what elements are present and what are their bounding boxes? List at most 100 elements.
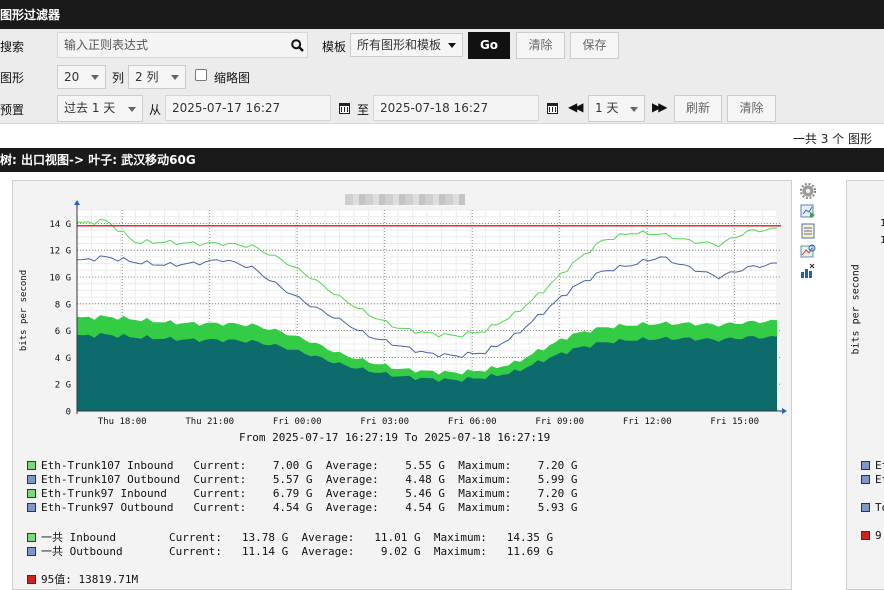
search-icon[interactable] (291, 39, 304, 52)
legend-swatch (27, 547, 36, 556)
refresh-button[interactable]: 刷新 (674, 95, 722, 122)
maximum-label: Maximum: (433, 545, 487, 558)
tick-label: 1 (880, 218, 884, 229)
current-label: Current: (193, 487, 247, 500)
average-label: Average: (301, 545, 355, 558)
current-value: 5.57 G (272, 473, 313, 486)
x-tick-label: Fri 03:00 (360, 417, 409, 427)
graph-export-icon[interactable] (800, 203, 816, 219)
y-tick-label: 6 G (55, 327, 71, 337)
maximum-label: Maximum: (458, 473, 512, 486)
legend-row: Et (861, 459, 884, 472)
template-select[interactable]: 所有图形和模板 (350, 33, 463, 57)
chevron-down-icon (91, 75, 99, 80)
legend-name: Eth-Trunk97 Outbound (41, 501, 181, 514)
legend-name: Et (875, 459, 884, 472)
legend-swatch (861, 503, 870, 512)
x-tick-label: Fri 09:00 (535, 417, 584, 427)
gear-icon[interactable] (799, 182, 817, 200)
search-placeholder: 输入正则表达式 (64, 38, 149, 52)
legend-name: 一共 Outbound (41, 545, 136, 558)
tree-path: 树: 出口视图-> 叶子: 武汉移动60G (0, 148, 884, 172)
x-tick-label: Fri 12:00 (623, 417, 672, 427)
percentile-value: 95值: 13819.71M (41, 573, 139, 586)
average-value: 4.54 G (405, 501, 446, 514)
maximum-label: Maximum: (458, 501, 512, 514)
calendar-icon[interactable] (547, 103, 558, 114)
average-label: Average: (325, 473, 379, 486)
clear-button[interactable]: 清除 (516, 32, 565, 59)
traffic-chart: 0 2 G 4 G 6 G 8 G 10 G 12 G 14 G Thu 18:00 Thu 21… (19, 200, 787, 427)
legend-row: Eth-Trunk107 Inbound Current: 7.00 G Ave… (27, 459, 578, 472)
zoom-icon[interactable] (800, 243, 816, 259)
maximum-label: Maximum: (458, 487, 512, 500)
y-tick-label: 12 G (49, 247, 71, 257)
legend-total-row: 一共 Outbound Current: 11.14 G Average: 9.… (27, 543, 553, 559)
to-label: 至 (357, 103, 370, 117)
graph-panel-2[interactable]: bits per second 1 1 Et Et To 9. (846, 180, 884, 590)
legend-swatch (27, 489, 36, 498)
legend-name: To (875, 501, 884, 514)
preset-select[interactable]: 过去 1 天 (57, 95, 143, 122)
legend-name: Eth-Trunk107 Outbound (41, 473, 181, 486)
graphs-label: 图形 (0, 71, 25, 85)
y-tick-label: 14 G (49, 220, 71, 230)
legend-row: Eth-Trunk97 Inbound Current: 6.79 G Aver… (27, 487, 578, 500)
average-value: 5.55 G (405, 459, 446, 472)
search-label: 搜索 (0, 40, 25, 54)
y-tick-label: 2 G (55, 381, 71, 391)
clear-date-button[interactable]: 清除 (727, 95, 776, 122)
average-label: Average: (325, 459, 379, 472)
thumbnail-checkbox[interactable] (195, 69, 207, 81)
shift-left-icon[interactable]: ◀◀ (568, 100, 584, 114)
graph-count: 一共 3 个 图形 (792, 132, 872, 146)
from-label: 从 (149, 103, 162, 117)
legend-row: Eth-Trunk107 Outbound Current: 5.57 G Av… (27, 473, 578, 486)
y-axis-arrow (74, 200, 80, 205)
legend-row: To (861, 501, 884, 514)
shift-right-icon[interactable]: ▶▶ (652, 100, 668, 114)
legend-swatch (27, 575, 36, 584)
chevron-down-icon (128, 107, 136, 112)
template-value: 所有图形和模板 (357, 38, 442, 52)
legend-swatch (861, 475, 870, 484)
calendar-icon[interactable] (339, 103, 350, 114)
go-button[interactable]: Go (468, 32, 510, 59)
average-label: Average: (325, 501, 379, 514)
graph-panel[interactable]: 0 2 G 4 G 6 G 8 G 10 G 12 G 14 G Thu 18:00 Thu 21… (12, 180, 792, 590)
current-label: Current: (168, 545, 222, 558)
current-value: 6.79 G (272, 487, 313, 500)
maximum-value: 11.69 G (506, 545, 554, 558)
csv-icon[interactable] (800, 223, 816, 239)
graphs-per-page-select[interactable]: 20 (57, 65, 106, 89)
graphs-value: 20 (64, 70, 80, 84)
to-date-input[interactable]: 2025-07-18 16:27 (373, 95, 539, 121)
percentile-row: 95值: 13819.71M (27, 571, 138, 587)
tick-label: 1 (880, 235, 884, 246)
average-value: 5.46 G (405, 487, 446, 500)
y-tick-label: 8 G (55, 300, 71, 310)
realtime-icon[interactable] (800, 263, 816, 279)
x-tick-label: Thu 21:00 (185, 417, 234, 427)
save-button[interactable]: 保存 (570, 32, 619, 59)
y-axis-label-2: bits per second (850, 264, 862, 355)
columns-select[interactable]: 2 列 (128, 65, 186, 89)
legend-swatch (861, 461, 870, 470)
current-label: Current: (193, 459, 247, 472)
legend-row: 9. (861, 529, 884, 542)
x-tick-label: Thu 18:00 (98, 417, 147, 427)
filter-panel: 搜索 输入正则表达式 模板 所有图形和模板 Go 清除 保存 图形 20 列 2… (0, 29, 884, 124)
time-shift-select[interactable]: 1 天 (588, 95, 645, 122)
template-label: 模板 (322, 40, 347, 54)
maximum-value: 5.93 G (537, 501, 578, 514)
x-axis-arrow (782, 408, 787, 414)
from-date-input[interactable]: 2025-07-17 16:27 (165, 95, 331, 121)
average-value: 4.48 G (405, 473, 446, 486)
search-input[interactable]: 输入正则表达式 (57, 32, 308, 58)
thumbnail-label: 缩略图 (214, 71, 251, 85)
time-range-label: From 2025-07-17 16:27:19 To 2025-07-18 1… (239, 431, 551, 444)
current-value: 4.54 G (272, 501, 313, 514)
chevron-down-icon (171, 75, 179, 80)
shift-value: 1 天 (595, 101, 619, 115)
legend-name: Et (875, 473, 884, 486)
